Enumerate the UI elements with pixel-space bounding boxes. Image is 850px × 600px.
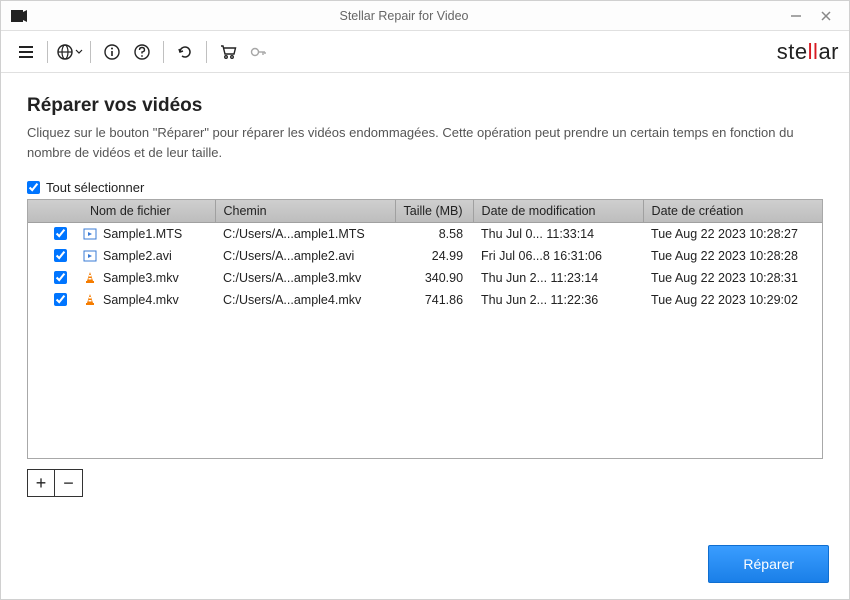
window-title: Stellar Repair for Video <box>27 9 781 23</box>
file-name: Sample4.mkv <box>103 293 179 307</box>
cart-button[interactable] <box>213 37 243 67</box>
vlc-icon <box>83 293 97 307</box>
toolbar: stellar <box>1 31 849 73</box>
app-icon <box>9 7 27 25</box>
file-size: 741.86 <box>395 289 473 311</box>
remove-file-button[interactable]: − <box>55 469 83 497</box>
file-created: Tue Aug 22 2023 10:28:27 <box>643 223 822 245</box>
brand-text: ste <box>777 39 808 64</box>
table-row[interactable]: Sample2.avi C:/Users/A...ample2.avi24.99F… <box>28 245 822 267</box>
file-size: 24.99 <box>395 245 473 267</box>
column-header-path[interactable]: Chemin <box>215 200 395 223</box>
toolbar-divider <box>47 41 48 63</box>
row-checkbox[interactable] <box>54 271 67 284</box>
file-created: Tue Aug 22 2023 10:28:28 <box>643 245 822 267</box>
table-row[interactable]: Sample3.mkv C:/Users/A...ample3.mkv340.90… <box>28 267 822 289</box>
file-name: Sample1.MTS <box>103 227 182 241</box>
main-content: Réparer vos vidéos Cliquez sur le bouton… <box>1 73 849 497</box>
row-checkbox[interactable] <box>54 227 67 240</box>
video-file-icon <box>83 227 97 241</box>
file-modified: Thu Jul 0... 11:33:14 <box>473 223 643 245</box>
file-modified: Thu Jun 2... 11:22:36 <box>473 289 643 311</box>
select-all-input[interactable] <box>27 181 40 194</box>
file-size: 340.90 <box>395 267 473 289</box>
row-checkbox[interactable] <box>54 293 67 306</box>
column-header-name[interactable]: Nom de fichier <box>28 200 215 223</box>
file-name: Sample3.mkv <box>103 271 179 285</box>
repair-button[interactable]: Réparer <box>708 545 829 583</box>
brand-logo: stellar <box>777 39 839 65</box>
toolbar-divider <box>163 41 164 63</box>
file-created: Tue Aug 22 2023 10:28:31 <box>643 267 822 289</box>
table-row[interactable]: Sample4.mkv C:/Users/A...ample4.mkv741.86… <box>28 289 822 311</box>
brand-text: ar <box>818 39 839 64</box>
file-path: C:/Users/A...ample2.avi <box>215 245 395 267</box>
video-file-icon <box>83 249 97 263</box>
toolbar-divider <box>90 41 91 63</box>
column-header-created[interactable]: Date de création <box>643 200 822 223</box>
column-header-modified[interactable]: Date de modification <box>473 200 643 223</box>
file-path: C:/Users/A...ample3.mkv <box>215 267 395 289</box>
file-modified: Thu Jun 2... 11:23:14 <box>473 267 643 289</box>
close-button[interactable] <box>811 1 841 31</box>
page-description: Cliquez sur le bouton "Réparer" pour rép… <box>27 123 823 162</box>
titlebar: Stellar Repair for Video <box>1 1 849 31</box>
menu-button[interactable] <box>11 37 41 67</box>
add-file-button[interactable]: + <box>27 469 55 497</box>
info-button[interactable] <box>97 37 127 67</box>
language-button[interactable] <box>54 37 84 67</box>
minimize-button[interactable] <box>781 1 811 31</box>
file-path: C:/Users/A...ample4.mkv <box>215 289 395 311</box>
column-header-size[interactable]: Taille (MB) <box>395 200 473 223</box>
file-modified: Fri Jul 06...8 16:31:06 <box>473 245 643 267</box>
file-path: C:/Users/A...ample1.MTS <box>215 223 395 245</box>
toolbar-divider <box>206 41 207 63</box>
chevron-down-icon <box>75 48 83 56</box>
page-title: Réparer vos vidéos <box>27 95 823 117</box>
row-checkbox[interactable] <box>54 249 67 262</box>
file-name: Sample2.avi <box>103 249 172 263</box>
help-button[interactable] <box>127 37 157 67</box>
file-created: Tue Aug 22 2023 10:29:02 <box>643 289 822 311</box>
brand-text-accent: ll <box>808 39 819 64</box>
file-table: Nom de fichier Chemin Taille (MB) Date d… <box>27 199 823 459</box>
select-all-label: Tout sélectionner <box>46 180 144 195</box>
select-all-checkbox[interactable]: Tout sélectionner <box>27 180 823 195</box>
file-size: 8.58 <box>395 223 473 245</box>
file-ops: + − <box>27 469 823 497</box>
refresh-button[interactable] <box>170 37 200 67</box>
vlc-icon <box>83 271 97 285</box>
table-header-row: Nom de fichier Chemin Taille (MB) Date d… <box>28 200 822 223</box>
footer: Réparer <box>1 531 849 599</box>
table-row[interactable]: Sample1.MTS C:/Users/A...ample1.MTS8.58Th… <box>28 223 822 245</box>
key-button[interactable] <box>243 37 273 67</box>
